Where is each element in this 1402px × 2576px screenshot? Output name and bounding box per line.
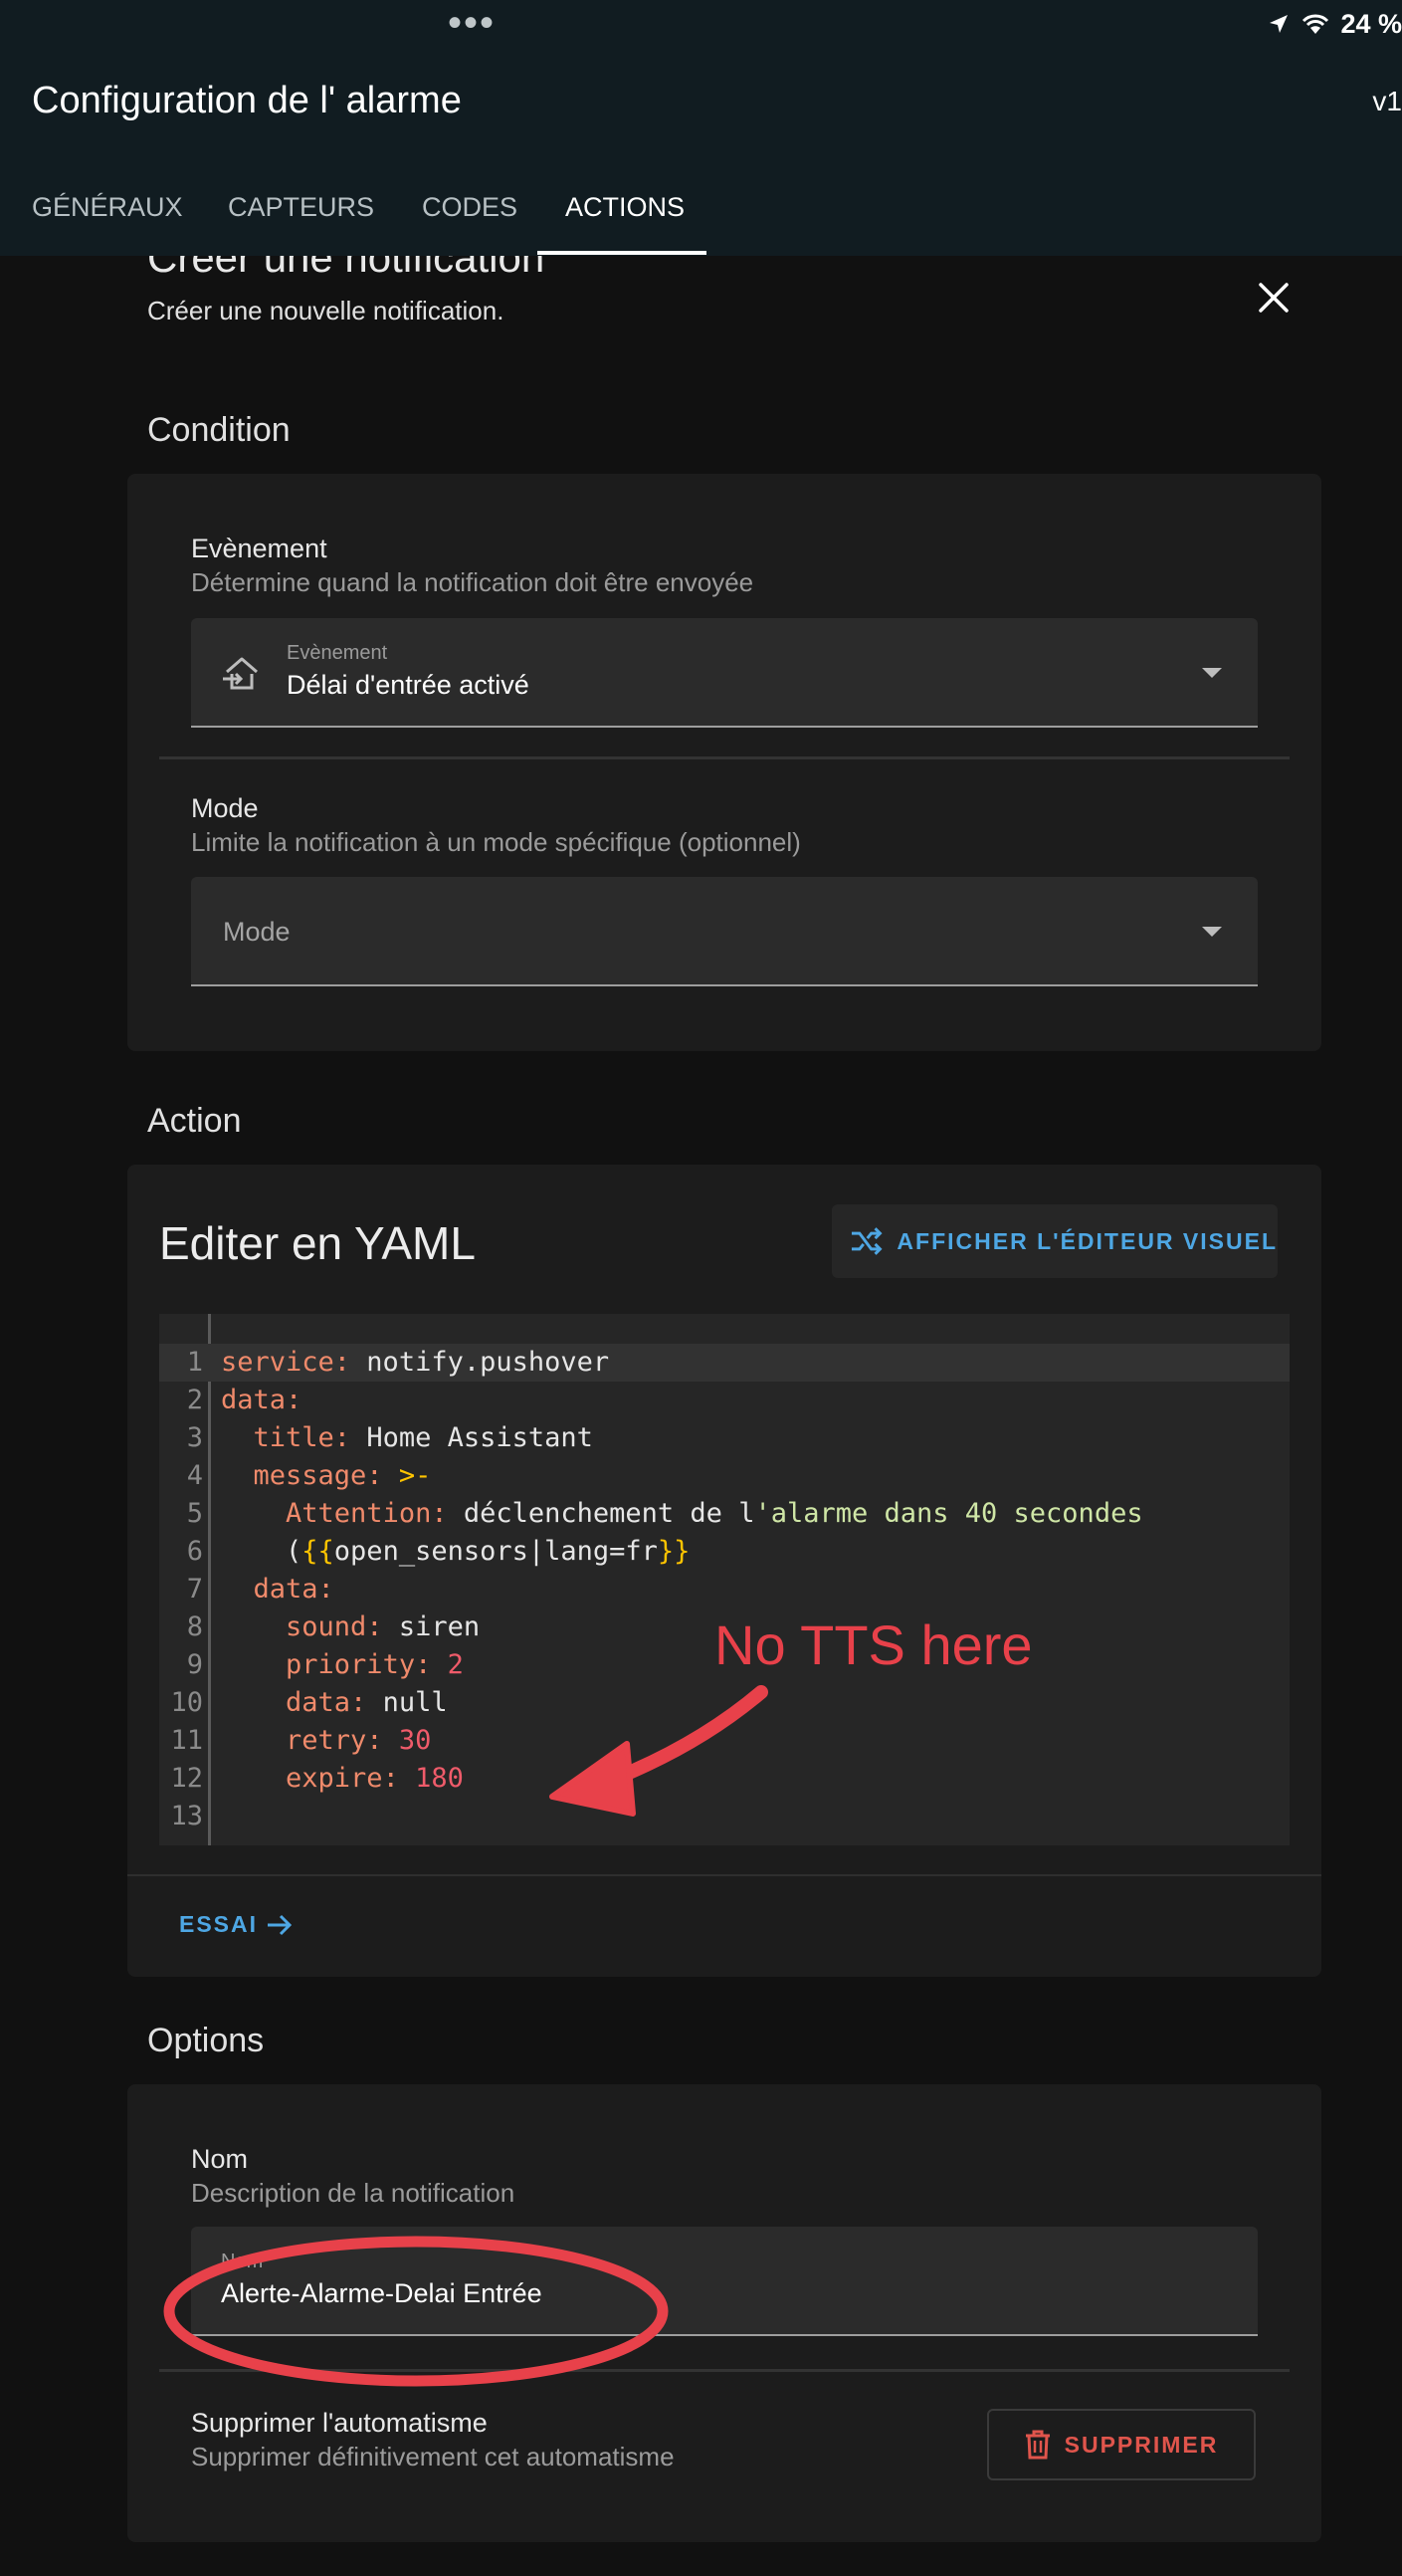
annotation-circle (163, 2236, 669, 2387)
annotation-overlay (163, 1685, 768, 2387)
annotation-arrowhead (549, 1741, 636, 1817)
